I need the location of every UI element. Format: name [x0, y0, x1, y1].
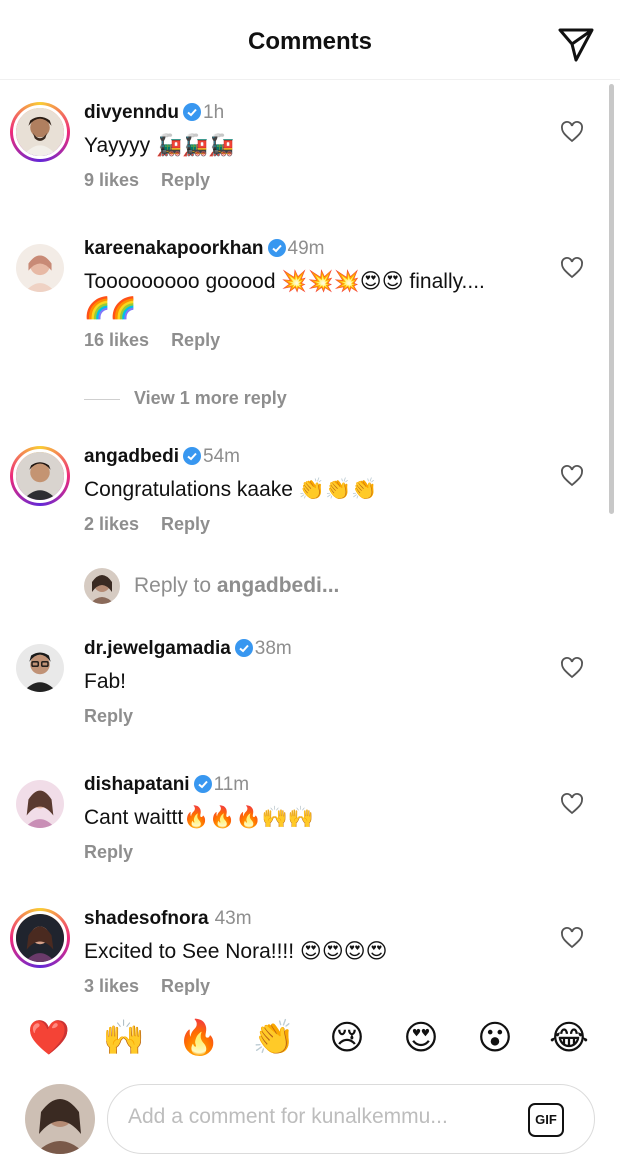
heart-icon[interactable]	[560, 792, 584, 816]
surprised-face-emoji-icon[interactable]: 😮	[473, 1016, 517, 1060]
comment-header: divyenndu 1h	[84, 102, 224, 124]
verified-badge-icon	[234, 639, 253, 657]
heart-icon[interactable]	[560, 926, 584, 950]
avatar[interactable]	[10, 238, 70, 298]
comment-text: Fab!	[84, 670, 127, 693]
comment-header: dishapatani 11m	[84, 774, 249, 796]
comment-header: dr.jewelgamadia 38m	[84, 638, 292, 660]
reply-to-username: angadbedi...	[216, 574, 340, 597]
comment-text: Excited to See Nora!!!! 😍😍😍😍	[84, 940, 388, 963]
timestamp: 38m	[254, 638, 292, 659]
raising-hands-emoji-icon[interactable]: 🙌	[102, 1016, 146, 1060]
comment-input[interactable]	[128, 1105, 508, 1129]
comment-actions: Reply	[84, 706, 155, 727]
comment-input-wrapper: GIF	[107, 1084, 595, 1154]
reply-button[interactable]: Reply	[171, 330, 220, 350]
comment-actions: 16 likes Reply	[84, 330, 242, 351]
heart-icon[interactable]	[560, 656, 584, 680]
heart-emoji-icon[interactable]: ❤️	[27, 1016, 71, 1060]
username[interactable]: kareenakapoorkhan	[84, 238, 264, 259]
timestamp: 1h	[203, 102, 225, 123]
comment-text: Congratulations kaake 👏👏👏	[84, 478, 378, 501]
comment-text: Tooooooooo gooood 💥💥💥😍😍 finally....🌈🌈	[84, 270, 485, 320]
avatar[interactable]	[10, 774, 70, 834]
verified-badge-icon	[193, 775, 212, 793]
comment-header: kareenakapoorkhan 49m	[84, 238, 325, 260]
comment-header: shadesofnora 43m	[84, 908, 252, 930]
reply-button[interactable]: Reply	[161, 514, 210, 534]
username[interactable]: shadesofnora	[84, 908, 209, 929]
comment-item: angadbedi 54m Congratulations kaake 👏👏👏 2…	[0, 446, 600, 556]
comment-text: Yayyyy 🚂🚂🚂	[84, 134, 235, 157]
avatar	[25, 1084, 95, 1154]
send-button[interactable]	[556, 24, 596, 64]
likes-count[interactable]: 2 likes	[84, 514, 139, 534]
timestamp: 43m	[214, 908, 252, 929]
username[interactable]: angadbedi	[84, 446, 179, 467]
comment-actions: 2 likes Reply	[84, 514, 232, 535]
verified-badge-icon	[267, 239, 286, 257]
comment-actions: 9 likes Reply	[84, 170, 232, 191]
comment-actions: Reply	[84, 842, 155, 863]
fire-emoji-icon[interactable]: 🔥	[177, 1016, 221, 1060]
username[interactable]: dishapatani	[84, 774, 190, 795]
timestamp: 11m	[213, 774, 250, 795]
avatar	[84, 568, 120, 604]
heart-eyes-emoji-icon[interactable]: 😍	[399, 1016, 443, 1060]
likes-count[interactable]: 9 likes	[84, 170, 139, 190]
username[interactable]: dr.jewelgamadia	[84, 638, 231, 659]
clapping-hands-emoji-icon[interactable]: 👏	[252, 1016, 296, 1060]
reply-to-label: Reply to angadbedi...	[134, 574, 340, 597]
avatar[interactable]	[10, 446, 70, 506]
comment-list: divyenndu 1h Yayyyy 🚂🚂🚂 9 likes Reply kare…	[0, 80, 620, 995]
quick-reactions-bar: ❤️ 🙌 🔥 👏 😢 😍 😮 😂	[0, 996, 620, 1076]
comment-actions: 3 likes Reply	[84, 976, 232, 995]
verified-badge-icon	[183, 103, 202, 121]
heart-icon[interactable]	[560, 464, 584, 488]
reply-button[interactable]: Reply	[161, 976, 210, 995]
username[interactable]: divyenndu	[84, 102, 179, 123]
page-title: Comments	[247, 28, 373, 55]
gif-button[interactable]: GIF	[528, 1103, 564, 1137]
avatar[interactable]	[10, 102, 70, 162]
comment-text: Cant waittt🔥🔥🔥🙌🙌	[84, 806, 314, 829]
comment-item: dishapatani 11m Cant waittt🔥🔥🔥🙌🙌 Reply	[0, 774, 600, 884]
avatar[interactable]	[10, 638, 70, 698]
comment-composer: GIF	[0, 1080, 620, 1174]
view-more-replies[interactable]: View 1 more reply	[84, 388, 287, 409]
reply-button[interactable]: Reply	[84, 706, 133, 726]
timestamp: 54m	[203, 446, 240, 467]
paper-plane-icon	[558, 28, 594, 62]
comment-item: dr.jewelgamadia 38m Fab! Reply	[0, 638, 600, 748]
laughing-face-emoji-icon[interactable]: 😂	[547, 1016, 591, 1060]
comment-item: divyenndu 1h Yayyyy 🚂🚂🚂 9 likes Reply	[0, 102, 600, 212]
timestamp: 49m	[287, 238, 325, 259]
comment-item: shadesofnora 43m Excited to See Nora!!!! …	[0, 908, 600, 995]
verified-badge-icon	[183, 447, 202, 465]
header: Comments	[0, 0, 620, 80]
avatar[interactable]	[10, 908, 70, 968]
likes-count[interactable]: 3 likes	[84, 976, 139, 995]
comment-item: kareenakapoorkhan 49m Tooooooooo gooood 💥…	[0, 238, 600, 378]
crying-face-emoji-icon[interactable]: 😢	[325, 1016, 369, 1060]
reply-button[interactable]: Reply	[161, 170, 210, 190]
heart-icon[interactable]	[560, 120, 584, 144]
comment-header: angadbedi 54m	[84, 446, 240, 468]
divider	[84, 398, 120, 400]
likes-count[interactable]: 16 likes	[84, 330, 149, 350]
reply-button[interactable]: Reply	[84, 842, 133, 862]
heart-icon[interactable]	[560, 256, 584, 280]
